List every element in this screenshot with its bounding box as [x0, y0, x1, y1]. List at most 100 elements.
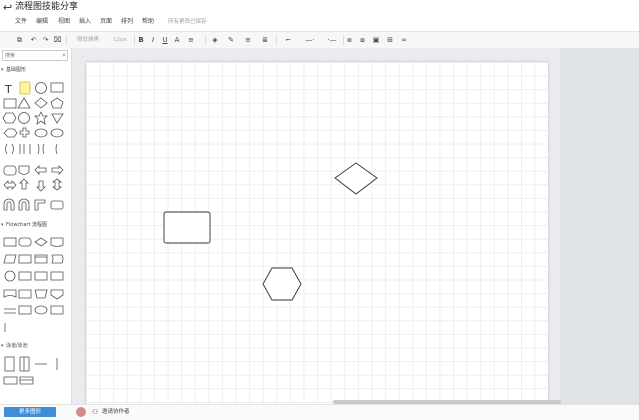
fc-sequential-shape[interactable]	[34, 305, 48, 315]
lane-vertical-shape[interactable]	[19, 356, 30, 372]
diamond-shape[interactable]	[34, 97, 48, 109]
fc-delay-shape[interactable]	[18, 305, 32, 315]
avatar[interactable]	[76, 407, 86, 417]
font-color-button[interactable]: A	[173, 35, 181, 45]
pool-horizontal-shape[interactable]	[3, 376, 18, 385]
curly-shape[interactable]	[55, 143, 58, 155]
fc-process-shape[interactable]	[3, 237, 17, 247]
bring-front-icon[interactable]: ⧈	[345, 35, 354, 45]
brace-shape[interactable]	[37, 143, 45, 155]
document-title[interactable]: 流程图技能分享	[15, 2, 78, 13]
line-color-icon[interactable]: ✎	[226, 35, 236, 45]
fc-preparation-shape[interactable]	[50, 271, 64, 281]
section-flowchart[interactable]: ▾ Flowchart 流程图	[0, 221, 70, 229]
hexagon-node[interactable]	[262, 267, 302, 301]
fc-manual-op-shape[interactable]	[34, 289, 48, 299]
fc-data-shape[interactable]	[3, 254, 17, 264]
fc-parallel-shape[interactable]	[4, 308, 16, 314]
rectangle-node[interactable]	[163, 211, 211, 244]
italic-button[interactable]: I	[149, 35, 157, 45]
redo-icon[interactable]: ↷	[41, 35, 50, 45]
arrow-down-shape[interactable]	[36, 180, 46, 192]
corner-shape[interactable]	[34, 199, 46, 211]
align-icon[interactable]: ≡	[187, 35, 195, 45]
fc-document-shape[interactable]	[50, 237, 64, 247]
rounded-rect-shape[interactable]	[3, 165, 17, 176]
back-arrow-icon[interactable]: ↩	[3, 1, 12, 14]
drawing-page[interactable]	[86, 62, 548, 404]
ellipse-shape[interactable]	[34, 128, 48, 138]
u-turn-shape[interactable]	[18, 198, 30, 211]
line-style-icon[interactable]: ≣	[260, 35, 270, 45]
fc-stored-data-shape[interactable]	[51, 254, 64, 264]
fc-terminator-shape[interactable]	[18, 237, 32, 247]
section-label: Flowchart 流程图	[6, 222, 48, 228]
start-arrow-icon[interactable]: —·	[300, 35, 320, 45]
group-icon[interactable]: ⊞	[386, 35, 394, 45]
format-painter-icon[interactable]: ⧉	[15, 35, 24, 45]
menu-page[interactable]: 页面	[100, 17, 112, 27]
arch-shape[interactable]	[3, 198, 15, 211]
lock-icon[interactable]: ▣	[372, 35, 380, 45]
text-shape[interactable]: T	[4, 83, 12, 96]
double-arrow-shape[interactable]	[3, 180, 17, 190]
fc-card-shape[interactable]	[34, 271, 48, 281]
note-shape[interactable]	[19, 81, 31, 95]
line-width-icon[interactable]: ≡	[243, 35, 253, 45]
arrow-up-shape[interactable]	[19, 178, 29, 190]
vertical-arrow-shape[interactable]	[51, 178, 63, 191]
fc-offpage-shape[interactable]	[50, 289, 64, 300]
end-arrow-icon[interactable]: ·—	[322, 35, 342, 45]
font-size-select[interactable]: 12px	[109, 35, 131, 45]
menu-help[interactable]: 帮助	[142, 17, 154, 27]
fill-color-icon[interactable]: ◈	[210, 35, 220, 45]
fc-internal-storage-shape[interactable]	[34, 254, 48, 264]
add-user-icon[interactable]: ⚇	[92, 407, 98, 417]
canvas-area[interactable]	[72, 48, 560, 404]
fc-decision-shape[interactable]	[34, 237, 48, 247]
brace-left-shape[interactable]	[5, 143, 8, 155]
bold-button[interactable]: B	[137, 35, 145, 45]
pool-vertical-shape[interactable]	[4, 356, 15, 372]
square-shape[interactable]	[50, 82, 64, 93]
clear-format-icon[interactable]: ⌧	[53, 35, 62, 45]
undo-icon[interactable]: ↶	[29, 35, 38, 45]
menu-insert[interactable]: 插入	[79, 17, 91, 27]
circle-shape[interactable]	[35, 82, 47, 94]
triangle-shape[interactable]	[17, 97, 31, 109]
process-shape[interactable]	[3, 128, 18, 138]
invite-collaborator-link[interactable]: 邀请协作者	[102, 407, 130, 417]
lane-horizontal-shape[interactable]	[19, 376, 34, 385]
font-family-select[interactable]: 微软雅黑	[70, 35, 106, 45]
bracket-shape[interactable]	[19, 144, 31, 154]
down-triangle-shape[interactable]	[51, 113, 64, 124]
menu-file[interactable]: 文件	[15, 17, 27, 27]
fc-predefined-shape[interactable]	[18, 254, 32, 264]
section-swimlane[interactable]: ▾ 泳道/泳池	[0, 342, 70, 350]
send-back-icon[interactable]: ⧇	[358, 35, 367, 45]
rectangle-shape[interactable]	[3, 98, 17, 109]
octagon-shape[interactable]	[18, 112, 30, 124]
fc-manual-input-shape[interactable]	[18, 271, 32, 281]
document-shape[interactable]	[18, 165, 30, 175]
star-shape[interactable]	[34, 111, 48, 125]
fc-extract-shape[interactable]	[50, 305, 64, 315]
fc-tape-shape[interactable]	[3, 289, 17, 298]
diamond-node[interactable]	[334, 162, 378, 195]
fc-connector-shape[interactable]	[4, 270, 16, 282]
menu-edit[interactable]: 编辑	[36, 17, 48, 27]
menu-view[interactable]: 视图	[58, 17, 70, 27]
cross-shape[interactable]	[19, 127, 30, 138]
more-shapes-button[interactable]: 更多图形	[4, 407, 56, 417]
tab-shape[interactable]	[50, 200, 64, 210]
menu-arrange[interactable]: 排列	[121, 17, 133, 27]
arrow-left-shape[interactable]	[34, 165, 47, 175]
pentagon-shape[interactable]	[50, 97, 64, 109]
arrow-right-shape[interactable]	[51, 165, 64, 175]
underline-button[interactable]: U	[161, 35, 169, 45]
link-icon[interactable]: ∞	[399, 35, 409, 45]
cloud-shape[interactable]	[50, 128, 64, 138]
fc-display-shape[interactable]	[18, 289, 32, 299]
hexagon-shape[interactable]	[2, 112, 17, 124]
connector-type-icon[interactable]: ⌐	[283, 35, 293, 45]
